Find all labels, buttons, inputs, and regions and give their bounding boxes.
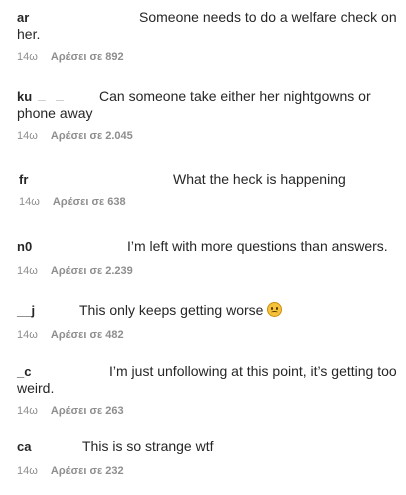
comment-body: I’m left with more questions than answer…: [127, 238, 388, 254]
comment-body: This only keeps getting worse: [79, 302, 283, 319]
comment-likes[interactable]: Αρέσει σε 482: [51, 329, 124, 341]
comments-list: ar Someone needs to do a welfare check o…: [0, 0, 406, 495]
comment-meta: 14ω Αρέσει σε 892: [17, 51, 124, 63]
comment-body: Someone needs to do a welfare check on: [139, 9, 397, 25]
comment-meta: 14ω Αρέσει σε 638: [19, 196, 126, 208]
comment-item: __j This only keeps getting worse 14ω Αρ…: [0, 302, 406, 341]
sad-face-emoji: [267, 302, 283, 317]
comment-username[interactable]: ar: [17, 9, 29, 26]
comment-text: __j This only keeps getting worse: [0, 302, 406, 319]
comment-meta: 14ω Αρέσει σε 2.045: [17, 130, 133, 142]
comment-likes[interactable]: Αρέσει σε 263: [51, 405, 124, 417]
comment-text: ar Someone needs to do a welfare check o…: [0, 9, 406, 43]
comment-likes[interactable]: Αρέσει σε 232: [51, 465, 124, 477]
comment-meta: 14ω Αρέσει σε 2.239: [17, 265, 133, 277]
comment-item: ku Can someone take either her nightgown…: [0, 88, 406, 142]
comment-text: fr What the heck is happening: [0, 171, 406, 188]
comment-body: This is so strange wtf: [82, 438, 214, 454]
comment-text: ca This is so strange wtf: [0, 438, 406, 455]
comment-body: What the heck is happening: [173, 171, 346, 187]
comment-time[interactable]: 14ω: [17, 265, 38, 277]
comment-text: ku Can someone take either her nightgown…: [0, 88, 406, 122]
comment-body: Can someone take either her nightgowns o…: [99, 88, 371, 104]
comment-meta: 14ω Αρέσει σε 232: [17, 465, 124, 477]
redaction-mark: [56, 100, 64, 101]
comment-meta: 14ω Αρέσει σε 482: [17, 329, 124, 341]
comment-likes[interactable]: Αρέσει σε 892: [51, 51, 124, 63]
comment-likes[interactable]: Αρέσει σε 2.045: [51, 130, 133, 142]
redaction-mark: [38, 100, 46, 101]
comment-body: I’m just unfollowing at this point, it’s…: [109, 363, 397, 379]
comment-body-continued: phone away: [17, 105, 93, 121]
comment-username[interactable]: __j: [17, 302, 35, 319]
comment-likes[interactable]: Αρέσει σε 2.239: [51, 265, 133, 277]
comment-body-text: This only keeps getting worse: [79, 302, 264, 318]
comment-username[interactable]: ku: [17, 88, 32, 105]
comment-time[interactable]: 14ω: [19, 196, 40, 208]
comment-item: ca This is so strange wtf 14ω Αρέσει σε …: [0, 438, 406, 477]
comment-item: ar Someone needs to do a welfare check o…: [0, 9, 406, 63]
comment-time[interactable]: 14ω: [17, 405, 38, 417]
comment-username[interactable]: _c: [17, 363, 31, 380]
comment-time[interactable]: 14ω: [17, 465, 38, 477]
comment-body-continued: weird.: [17, 380, 55, 396]
comment-item: fr What the heck is happening 14ω Αρέσει…: [0, 171, 406, 208]
comment-item: n0 I’m left with more questions than ans…: [0, 238, 406, 277]
comment-time[interactable]: 14ω: [17, 329, 38, 341]
comment-time[interactable]: 14ω: [17, 51, 38, 63]
comment-username[interactable]: n0: [17, 238, 32, 255]
comment-username[interactable]: fr: [19, 171, 28, 188]
comment-likes[interactable]: Αρέσει σε 638: [53, 196, 126, 208]
comment-text: _c I’m just unfollowing at this point, i…: [0, 363, 406, 397]
comment-body-continued: her.: [17, 26, 41, 42]
comment-item: _c I’m just unfollowing at this point, i…: [0, 363, 406, 417]
comment-time[interactable]: 14ω: [17, 130, 38, 142]
comment-username[interactable]: ca: [17, 438, 31, 455]
comment-text: n0 I’m left with more questions than ans…: [0, 238, 406, 255]
comment-meta: 14ω Αρέσει σε 263: [17, 405, 124, 417]
